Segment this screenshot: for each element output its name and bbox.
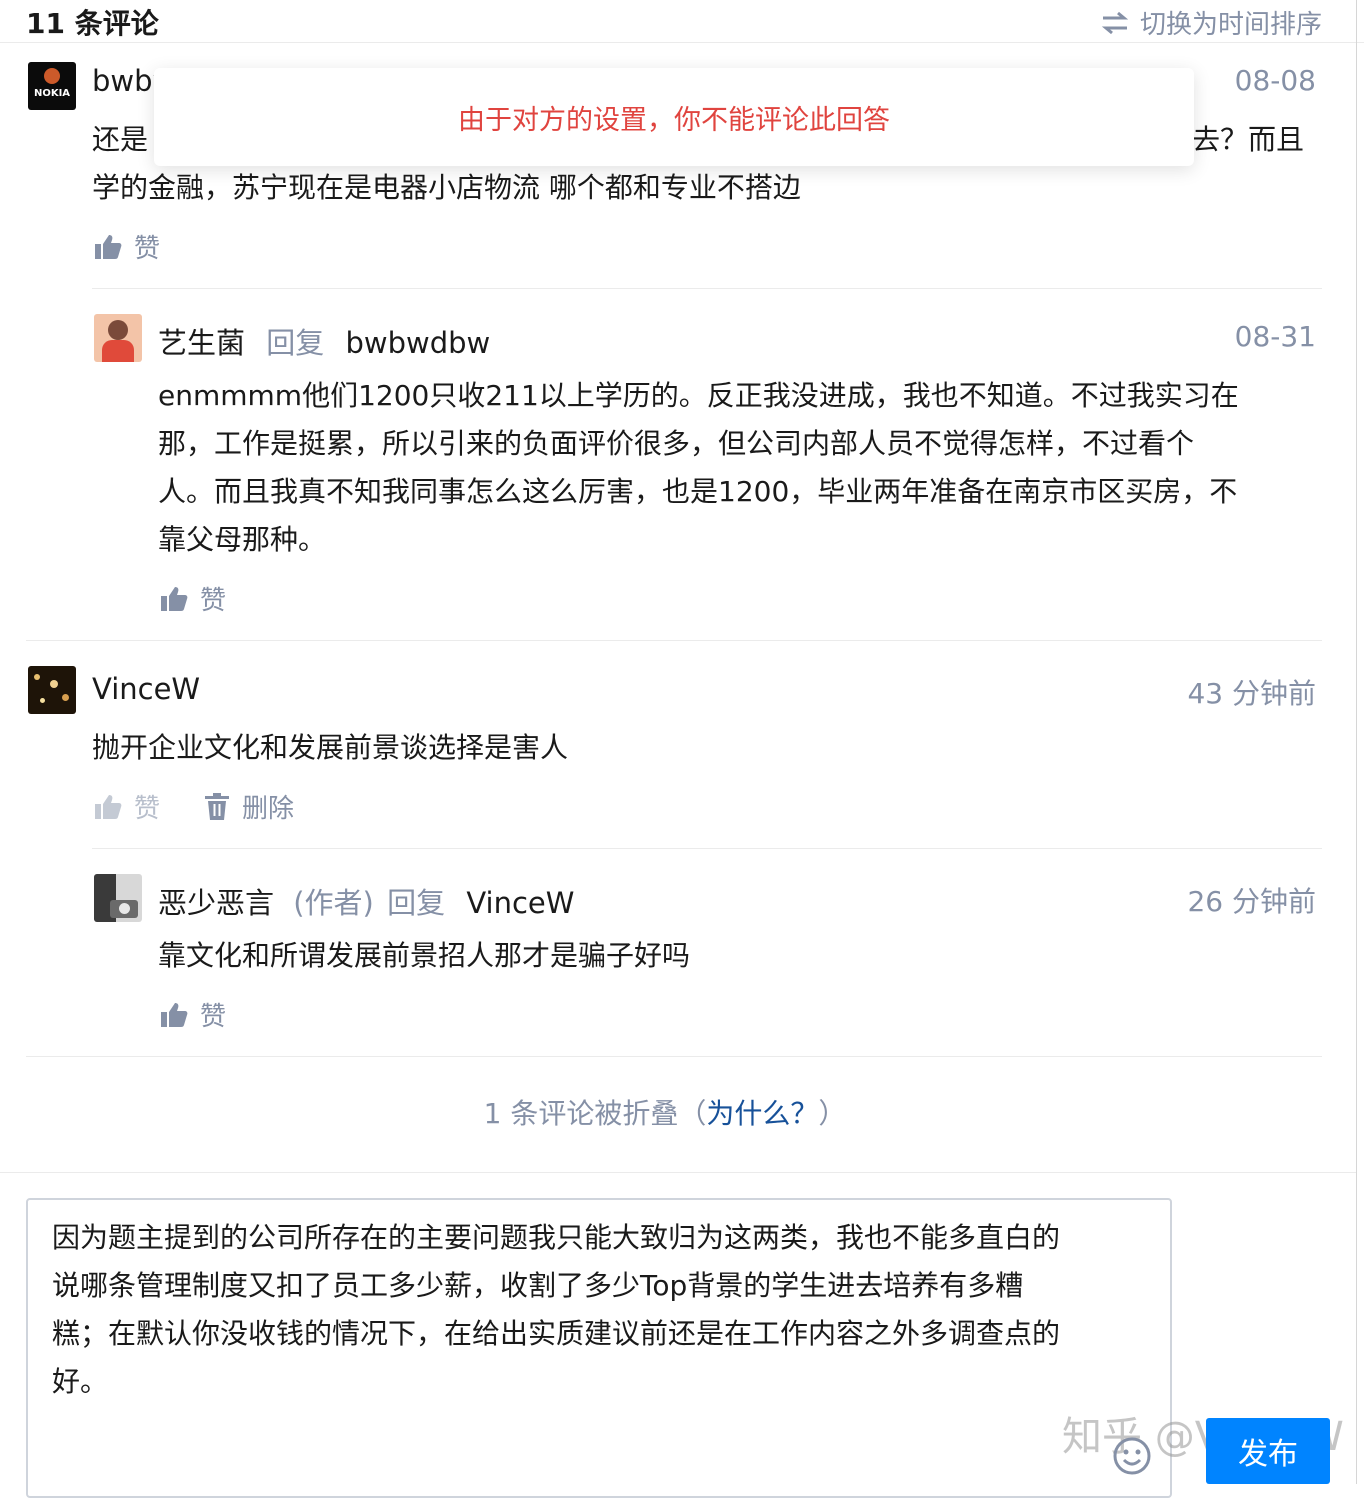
comment-count-title: 11 条评论 <box>26 7 159 40</box>
divider <box>92 848 1322 849</box>
why-collapsed-link[interactable]: 为什么？ <box>706 1097 818 1130</box>
author-name[interactable]: 恶少恶言 <box>158 886 274 920</box>
page-edge-divider <box>1356 0 1357 1484</box>
reply-to-name[interactable]: bwbwdbw <box>345 326 490 360</box>
avatar[interactable]: NOKIA <box>28 62 76 110</box>
like-button[interactable]: 赞 <box>160 996 226 1033</box>
comment-author[interactable]: VinceW <box>92 672 200 706</box>
comment-time: 08-31 <box>1234 320 1316 353</box>
comment-actions: 赞 <box>94 228 204 265</box>
delete-label: 删除 <box>242 794 295 824</box>
divider <box>26 1056 1322 1057</box>
comment-text-line: 学的金融，苏宁现在是电器小店物流 哪个都和专业不搭边 <box>92 171 801 204</box>
trash-icon <box>205 792 230 820</box>
thumbs-up-icon <box>95 234 122 259</box>
reply-label: 回复 <box>387 886 446 920</box>
error-toast: 由于对方的设置，你不能评论此回答 <box>154 68 1194 166</box>
comment-time: 43 分钟前 <box>1187 677 1316 710</box>
collapsed-suffix: ） <box>818 1097 847 1130</box>
comment-text-line: 靠父母那种。 <box>158 523 327 556</box>
switch-arrows-icon <box>1101 11 1129 34</box>
thumbs-up-icon <box>161 1002 188 1027</box>
like-button[interactable]: 赞 <box>94 228 160 265</box>
comment-text: 抛开企业文化和发展前景谈选择是害人 <box>92 724 568 772</box>
like-label: 赞 <box>200 586 227 616</box>
comment-input-line: 好。 <box>52 1365 109 1398</box>
reply-label: 回复 <box>266 326 325 360</box>
comment-time: 08-08 <box>1234 64 1316 97</box>
divider <box>0 1172 1356 1173</box>
reply-to-name[interactable]: VinceW <box>466 886 574 920</box>
collapsed-text: 1 条评论被折叠（ <box>483 1097 707 1130</box>
comment-text-line: 人。而且我真不知我同事怎么这么厉害，也是1200，毕业两年准备在南京市区买房，不 <box>158 475 1238 508</box>
comment-text-line: 那，工作是挺累，所以引来的负面评价很多，但公司内部人员不觉得怎样，不过看个 <box>158 427 1195 460</box>
comment-text-line-tail: 去？而且 <box>1192 123 1305 156</box>
like-button[interactable]: 赞 <box>94 788 160 825</box>
avatar-logo-text: NOKIA <box>33 88 71 99</box>
like-label: 赞 <box>200 1002 227 1032</box>
avatar[interactable] <box>94 874 142 922</box>
delete-button[interactable]: 删除 <box>204 788 294 825</box>
emoji-button[interactable] <box>1112 1436 1152 1476</box>
avatar[interactable] <box>94 314 142 362</box>
thumbs-up-icon <box>95 794 122 819</box>
comment-text-line: enmmmm他们1200只收211以上学历的。反正我没进成，我也不知道。不过我实… <box>158 379 1239 412</box>
comment-text: 靠文化和所谓发展前景招人那才是骗子好吗 <box>158 932 690 980</box>
like-label: 赞 <box>134 234 161 264</box>
comment-time: 26 分钟前 <box>1187 885 1316 918</box>
comment-actions: 赞 <box>160 996 270 1033</box>
comment-input-line: 说哪条管理制度又扣了员工多少薪，收割了多少Top背景的学生进去培养有多糟 <box>52 1269 1024 1302</box>
comment-author: 艺生菌 回复 bwbwdbw <box>158 320 490 362</box>
divider <box>92 288 1322 289</box>
toast-message: 由于对方的设置，你不能评论此回答 <box>458 104 890 136</box>
like-button[interactable]: 赞 <box>160 580 226 617</box>
author-name[interactable]: 艺生菌 <box>158 326 245 360</box>
divider <box>26 640 1322 641</box>
comment-actions: 赞 <box>160 580 270 617</box>
collapsed-comments-note: 1 条评论被折叠（为什么？） <box>0 1092 1330 1132</box>
comment-input-line: 因为题主提到的公司所存在的主要问题我只能大致归为这两类，我也不能多直白的 <box>52 1221 1061 1254</box>
comment-input[interactable]: 因为题主提到的公司所存在的主要问题我只能大致归为这两类，我也不能多直白的 说哪条… <box>26 1198 1172 1498</box>
comment-actions: 赞 删除 <box>94 788 338 825</box>
author-tag: (作者) <box>293 886 374 920</box>
sort-toggle-label: 切换为时间排序 <box>1139 10 1322 40</box>
comment-text-line: 抛开企业文化和发展前景谈选择是害人 <box>92 731 569 764</box>
comment-text-line: 靠文化和所谓发展前景招人那才是骗子好吗 <box>158 939 691 972</box>
like-label: 赞 <box>134 794 161 824</box>
comment-text: enmmmm他们1200只收211以上学历的。反正我没进成，我也不知道。不过我实… <box>158 372 1239 564</box>
comment-input-line: 糕；在默认你没收钱的情况下，在给出实质建议前还是在工作内容之外多调查点的 <box>52 1317 1061 1350</box>
comments-header: 11 条评论 切换为时间排序 <box>0 0 1364 43</box>
publish-button[interactable]: 发布 <box>1206 1418 1330 1484</box>
thumbs-up-icon <box>161 586 188 611</box>
comment-author: 恶少恶言 (作者) 回复 VinceW <box>158 880 574 922</box>
smiley-icon <box>1113 1437 1151 1475</box>
avatar[interactable] <box>28 666 76 714</box>
sort-toggle-button[interactable]: 切换为时间排序 <box>1100 4 1322 41</box>
